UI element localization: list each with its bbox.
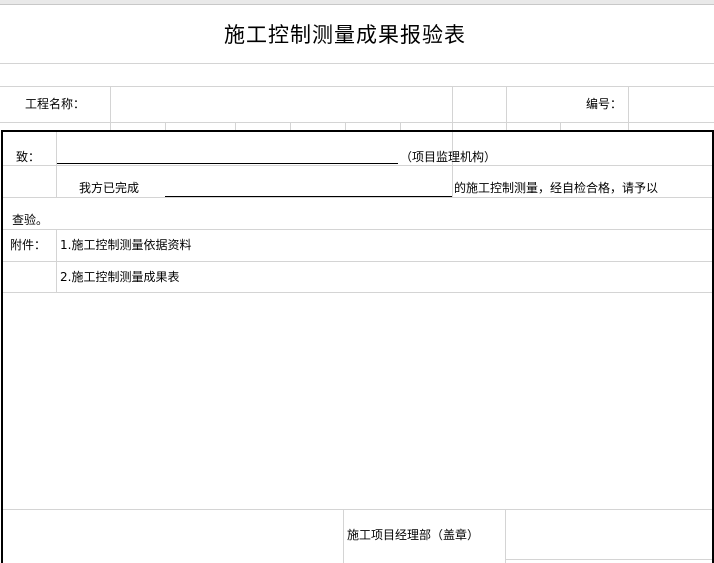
project-name-label: 工程名称： (25, 97, 86, 111)
attachment-item: 2.施工控制测量成果表 (60, 270, 180, 284)
attachment-label: 附件： (10, 238, 47, 252)
gridline (345, 122, 346, 130)
gridline (400, 122, 401, 130)
gridline (110, 86, 111, 130)
gridline (0, 86, 714, 87)
number-label: 编号： (586, 97, 623, 111)
gridline (290, 122, 291, 130)
gridline (0, 63, 714, 64)
inspection-text: 查验。 (12, 213, 49, 227)
gridline (235, 122, 236, 130)
completed-suffix: 的施工控制测量，经自检合格，请予以 (454, 181, 659, 195)
supervisor-org-label: （项目监理机构） (400, 150, 497, 164)
gridline (506, 86, 507, 130)
completed-label: 我方已完成 (79, 181, 140, 195)
signature-label: 施工项目经理部（盖章） (347, 528, 480, 542)
column-header-strip (0, 0, 714, 5)
gridline (628, 86, 629, 130)
completed-work-blank (165, 196, 452, 197)
form-title: 施工控制测量成果报验表 (224, 23, 466, 47)
to-label: 致： (16, 150, 41, 164)
gridline (0, 122, 714, 123)
gridline (165, 122, 166, 130)
gridline (452, 86, 453, 130)
attachment-item: 1.施工控制测量依据资料 (60, 238, 192, 252)
supervisor-org-blank (57, 163, 398, 164)
gridline (560, 122, 561, 130)
